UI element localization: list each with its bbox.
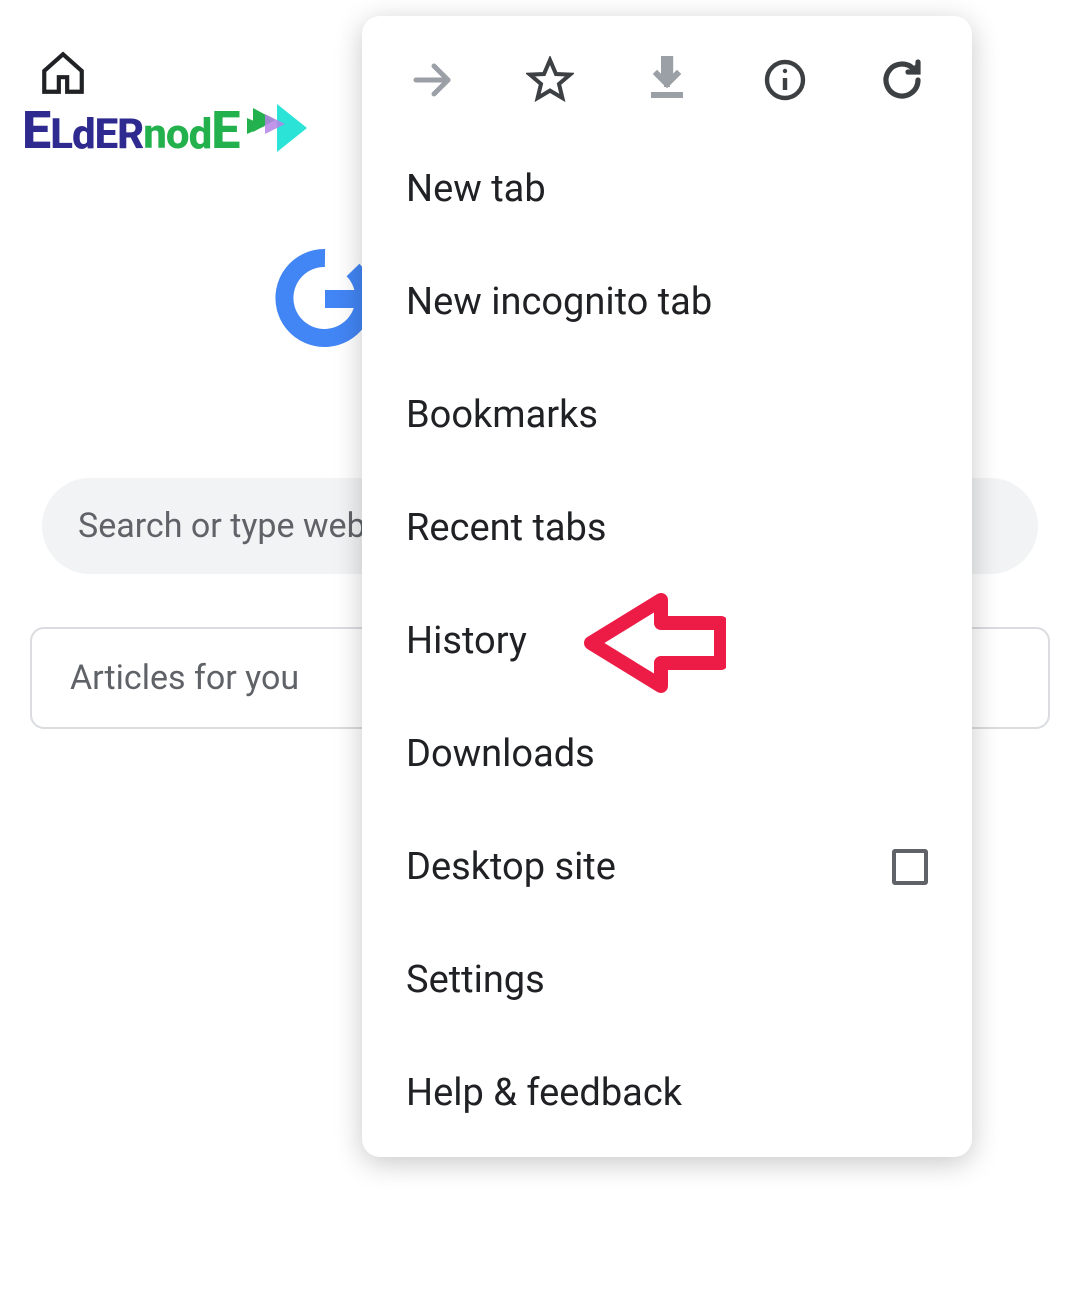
menu-item-downloads[interactable]: Downloads bbox=[362, 697, 972, 810]
logo-mark-icon bbox=[247, 100, 317, 169]
menu-item-label: New tab bbox=[406, 167, 546, 211]
menu-item-label: Help & feedback bbox=[406, 1071, 682, 1115]
menu-item-recent-tabs[interactable]: Recent tabs bbox=[362, 471, 972, 584]
menu-item-label: Downloads bbox=[406, 732, 595, 776]
menu-item-label: Desktop site bbox=[406, 845, 616, 889]
articles-label: Articles for you bbox=[70, 658, 299, 698]
menu-item-help-feedback[interactable]: Help & feedback bbox=[362, 1036, 972, 1149]
eldernode-logo: ELdERnodE bbox=[22, 100, 317, 169]
google-logo-icon bbox=[275, 248, 375, 348]
menu-icon-row bbox=[362, 16, 972, 132]
menu-item-label: Bookmarks bbox=[406, 393, 598, 437]
menu-item-history[interactable]: History bbox=[362, 584, 972, 697]
home-icon[interactable] bbox=[38, 48, 88, 98]
overflow-menu: New tab New incognito tab Bookmarks Rece… bbox=[362, 16, 972, 1157]
menu-item-bookmarks[interactable]: Bookmarks bbox=[362, 358, 972, 471]
menu-item-settings[interactable]: Settings bbox=[362, 923, 972, 1036]
menu-item-new-incognito-tab[interactable]: New incognito tab bbox=[362, 245, 972, 358]
menu-item-label: Recent tabs bbox=[406, 506, 607, 550]
desktop-site-checkbox[interactable] bbox=[892, 849, 928, 885]
menu-item-label: History bbox=[406, 619, 527, 663]
star-icon[interactable] bbox=[524, 54, 576, 106]
forward-icon[interactable] bbox=[406, 54, 458, 106]
reload-icon[interactable] bbox=[876, 54, 928, 106]
menu-item-new-tab[interactable]: New tab bbox=[362, 132, 972, 245]
menu-item-label: Settings bbox=[406, 958, 545, 1002]
menu-item-label: New incognito tab bbox=[406, 280, 712, 324]
menu-item-desktop-site[interactable]: Desktop site bbox=[362, 810, 972, 923]
info-icon[interactable] bbox=[759, 54, 811, 106]
download-icon[interactable] bbox=[641, 54, 693, 106]
